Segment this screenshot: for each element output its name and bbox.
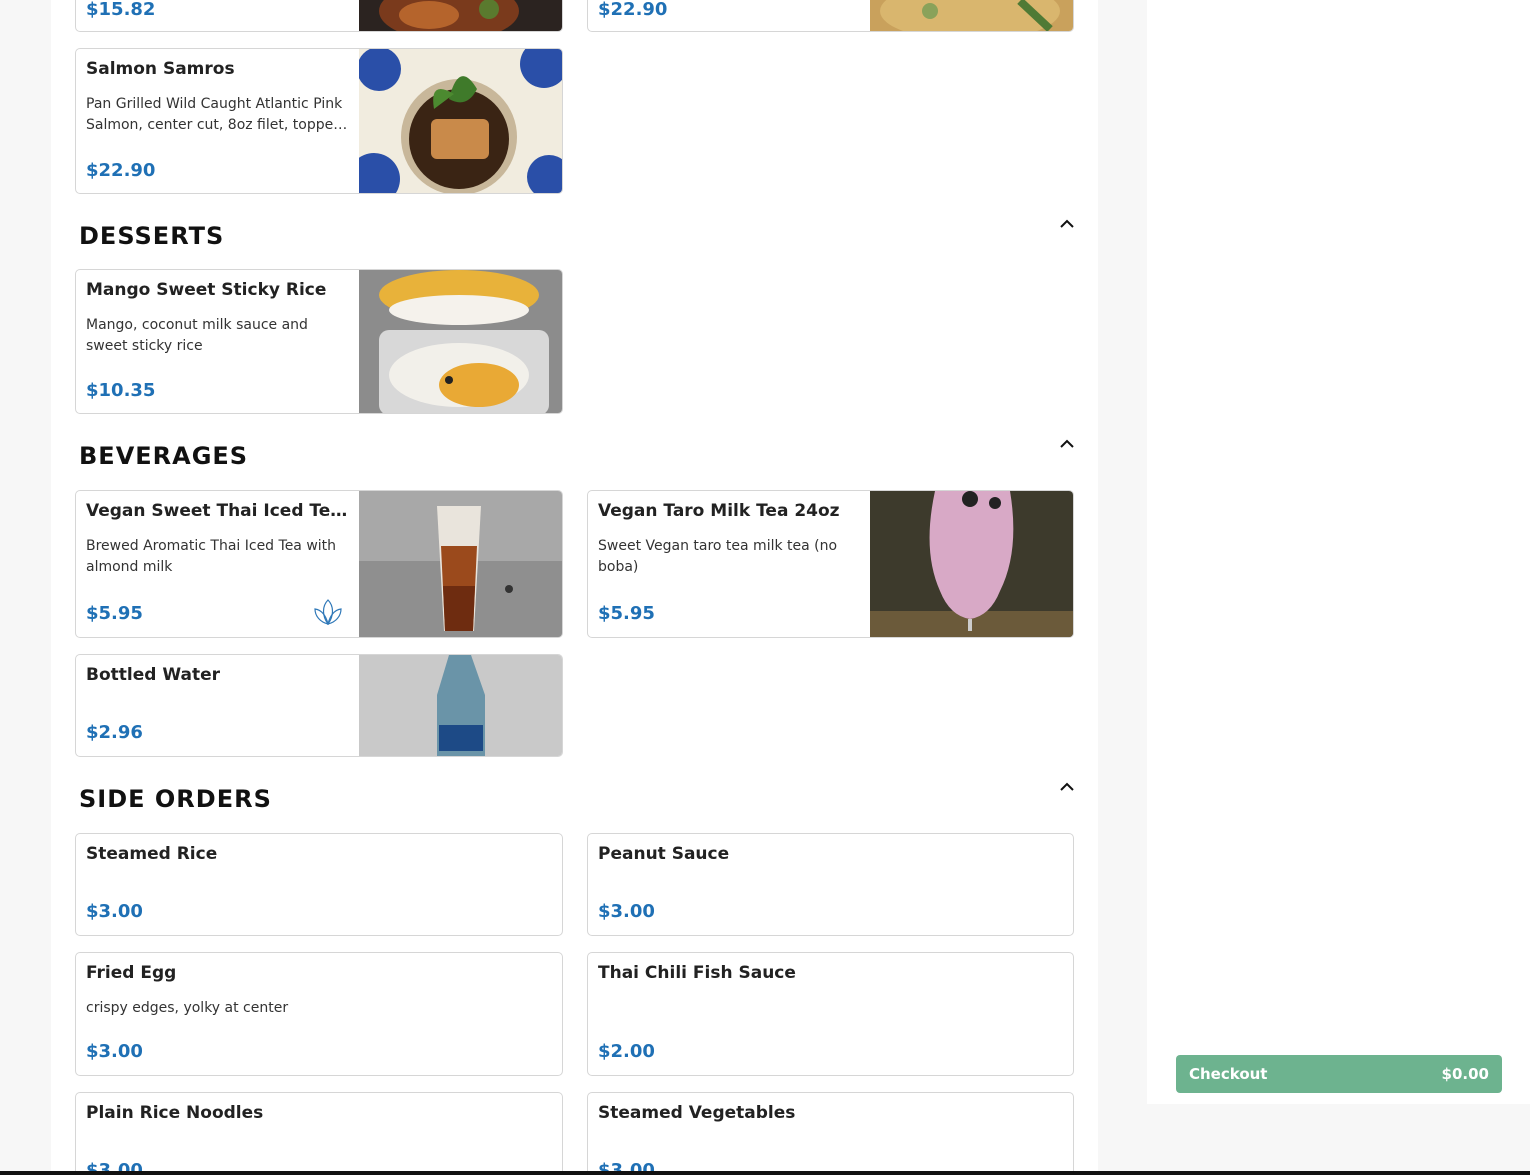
item-price: $10.35 [86,380,156,401]
menu-item-card[interactable]: Mango Sweet Sticky Rice Mango, coconut m… [75,269,563,414]
item-price: $2.00 [598,1041,655,1062]
item-photo [870,491,1073,637]
item-price: $22.90 [86,160,156,181]
item-name: Mango Sweet Sticky Rice [86,280,327,300]
item-price: $5.95 [598,603,655,624]
item-price: $22.90 [598,0,668,20]
item-photo [359,0,562,31]
item-description: Pan Grilled Wild Caught Atlantic Pink Sa… [86,96,348,133]
item-price: $5.95 [86,603,143,624]
item-name: Peanut Sauce [598,844,730,864]
item-description: Mango, coconut milk sauce and sweet stic… [86,317,308,354]
bottom-edge [0,1171,1530,1175]
cart-panel [1147,0,1530,1104]
item-price: $2.96 [86,722,143,743]
item-price: $3.00 [598,901,655,922]
menu-item-card[interactable]: Bottled Water $2.96 [75,654,563,757]
item-name: Bottled Water [86,665,220,685]
item-photo [359,270,562,413]
menu-column: $15.82 $22.90 Salmon Samros Pan Grilled … [51,0,1098,1175]
item-name: Vegan Sweet Thai Iced Te… [86,501,348,521]
item-name: Steamed Vegetables [598,1103,796,1123]
section-title: BEVERAGES [79,442,249,470]
menu-item-card[interactable]: Vegan Taro Milk Tea 24oz Sweet Vegan tar… [587,490,1074,638]
section-title: DESSERTS [79,222,225,250]
item-photo [359,655,562,756]
item-price: $15.82 [86,0,156,20]
menu-item-card[interactable]: $15.82 [75,0,563,32]
item-photo [870,0,1073,31]
checkout-total: $0.00 [1441,1065,1489,1083]
chevron-up-icon[interactable] [1055,212,1079,236]
menu-item-card[interactable]: Peanut Sauce $3.00 [587,833,1074,936]
menu-item-card[interactable]: Fried Egg crispy edges, yolky at center … [75,952,563,1076]
section-header-side-orders: SIDE ORDERS [79,782,1079,825]
menu-item-card[interactable]: Plain Rice Noodles $3.00 [75,1092,563,1175]
menu-item-card[interactable]: Thai Chili Fish Sauce $2.00 [587,952,1074,1076]
menu-item-card[interactable]: Salmon Samros Pan Grilled Wild Caught At… [75,48,563,194]
menu-item-card[interactable]: Vegan Sweet Thai Iced Te… Brewed Aromati… [75,490,563,638]
item-photo [359,49,562,193]
item-name: Vegan Taro Milk Tea 24oz [598,501,840,521]
menu-item-card[interactable]: Steamed Rice $3.00 [75,833,563,936]
item-description: crispy edges, yolky at center [86,1000,289,1016]
chevron-up-icon[interactable] [1055,432,1079,456]
checkout-label: Checkout [1189,1065,1268,1083]
item-description: Sweet Vegan taro tea milk tea (no boba) [598,538,838,575]
item-price: $3.00 [86,1041,143,1062]
leaf-icon [312,596,344,628]
item-name: Plain Rice Noodles [86,1103,264,1123]
item-description: Brewed Aromatic Thai Iced Tea with almon… [86,538,337,575]
section-header-beverages: BEVERAGES [79,439,1079,482]
section-header-desserts: DESSERTS [79,219,1079,262]
menu-item-card[interactable]: $22.90 [587,0,1074,32]
section-title: SIDE ORDERS [79,785,272,813]
chevron-up-icon[interactable] [1055,775,1079,799]
item-name: Thai Chili Fish Sauce [598,963,796,983]
item-name: Steamed Rice [86,844,218,864]
item-price: $3.00 [86,901,143,922]
menu-item-card[interactable]: Steamed Vegetables $3.00 [587,1092,1074,1175]
item-photo [359,491,562,637]
item-name: Fried Egg [86,963,177,983]
item-name: Salmon Samros [86,59,235,79]
checkout-button[interactable]: Checkout $0.00 [1176,1055,1502,1093]
